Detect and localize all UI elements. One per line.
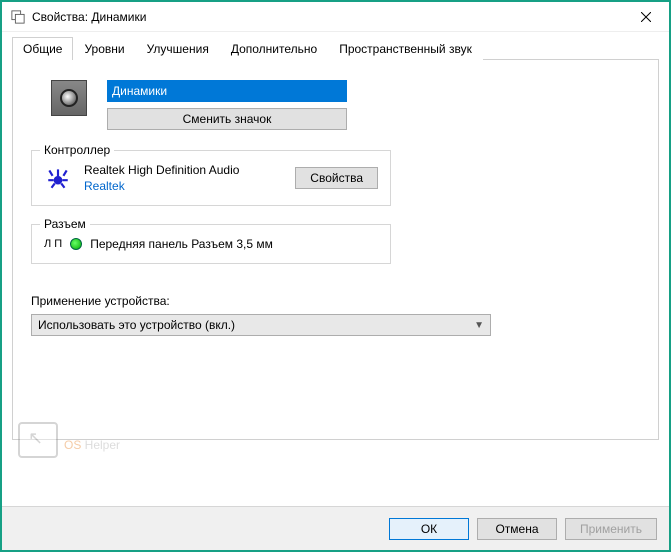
jack-group-title: Разъем xyxy=(40,217,90,231)
jack-lp-label: Л П xyxy=(44,238,62,250)
tab-levels[interactable]: Уровни xyxy=(73,37,135,60)
controller-group-title: Контроллер xyxy=(40,143,114,157)
jack-description: Передняя панель Разъем 3,5 мм xyxy=(90,237,273,251)
ok-button[interactable]: ОК xyxy=(389,518,469,540)
controller-vendor-link[interactable]: Realtek xyxy=(84,179,283,193)
device-usage-label: Применение устройства: xyxy=(31,294,640,308)
apply-button[interactable]: Применить xyxy=(565,518,657,540)
device-usage-select[interactable]: Использовать это устройство (вкл.) ▼ xyxy=(31,314,491,336)
cancel-button[interactable]: Отмена xyxy=(477,518,557,540)
jack-color-icon xyxy=(70,238,82,250)
tab-body-general: Сменить значок Контроллер Realtek High D… xyxy=(12,60,659,440)
chevron-down-icon: ▼ xyxy=(474,320,484,331)
jack-group: Разъем Л П Передняя панель Разъем 3,5 мм xyxy=(31,224,391,264)
controller-properties-button[interactable]: Свойства xyxy=(295,167,378,189)
realtek-icon xyxy=(44,164,72,192)
speaker-icon xyxy=(51,80,87,116)
properties-window: Свойства: Динамики Общие Уровни Улучшени… xyxy=(0,0,671,552)
tab-advanced[interactable]: Дополнительно xyxy=(220,37,328,60)
device-name-input[interactable] xyxy=(107,80,347,102)
controller-name: Realtek High Definition Audio xyxy=(84,163,283,177)
tab-general[interactable]: Общие xyxy=(12,37,73,60)
device-usage-selected: Использовать это устройство (вкл.) xyxy=(38,318,235,332)
app-icon xyxy=(10,9,26,25)
client-area: Общие Уровни Улучшения Дополнительно Про… xyxy=(2,32,669,506)
tab-strip: Общие Уровни Улучшения Дополнительно Про… xyxy=(12,36,659,60)
dialog-buttons: ОК Отмена Применить xyxy=(2,506,669,550)
change-icon-button[interactable]: Сменить значок xyxy=(107,108,347,130)
close-button[interactable] xyxy=(623,2,669,32)
tab-enhancements[interactable]: Улучшения xyxy=(136,37,220,60)
device-header: Сменить значок xyxy=(51,80,640,130)
window-title: Свойства: Динамики xyxy=(32,10,623,24)
titlebar: Свойства: Динамики xyxy=(2,2,669,32)
controller-group: Контроллер Realtek High Definition Audio… xyxy=(31,150,391,206)
tab-spatial[interactable]: Пространственный звук xyxy=(328,37,483,60)
